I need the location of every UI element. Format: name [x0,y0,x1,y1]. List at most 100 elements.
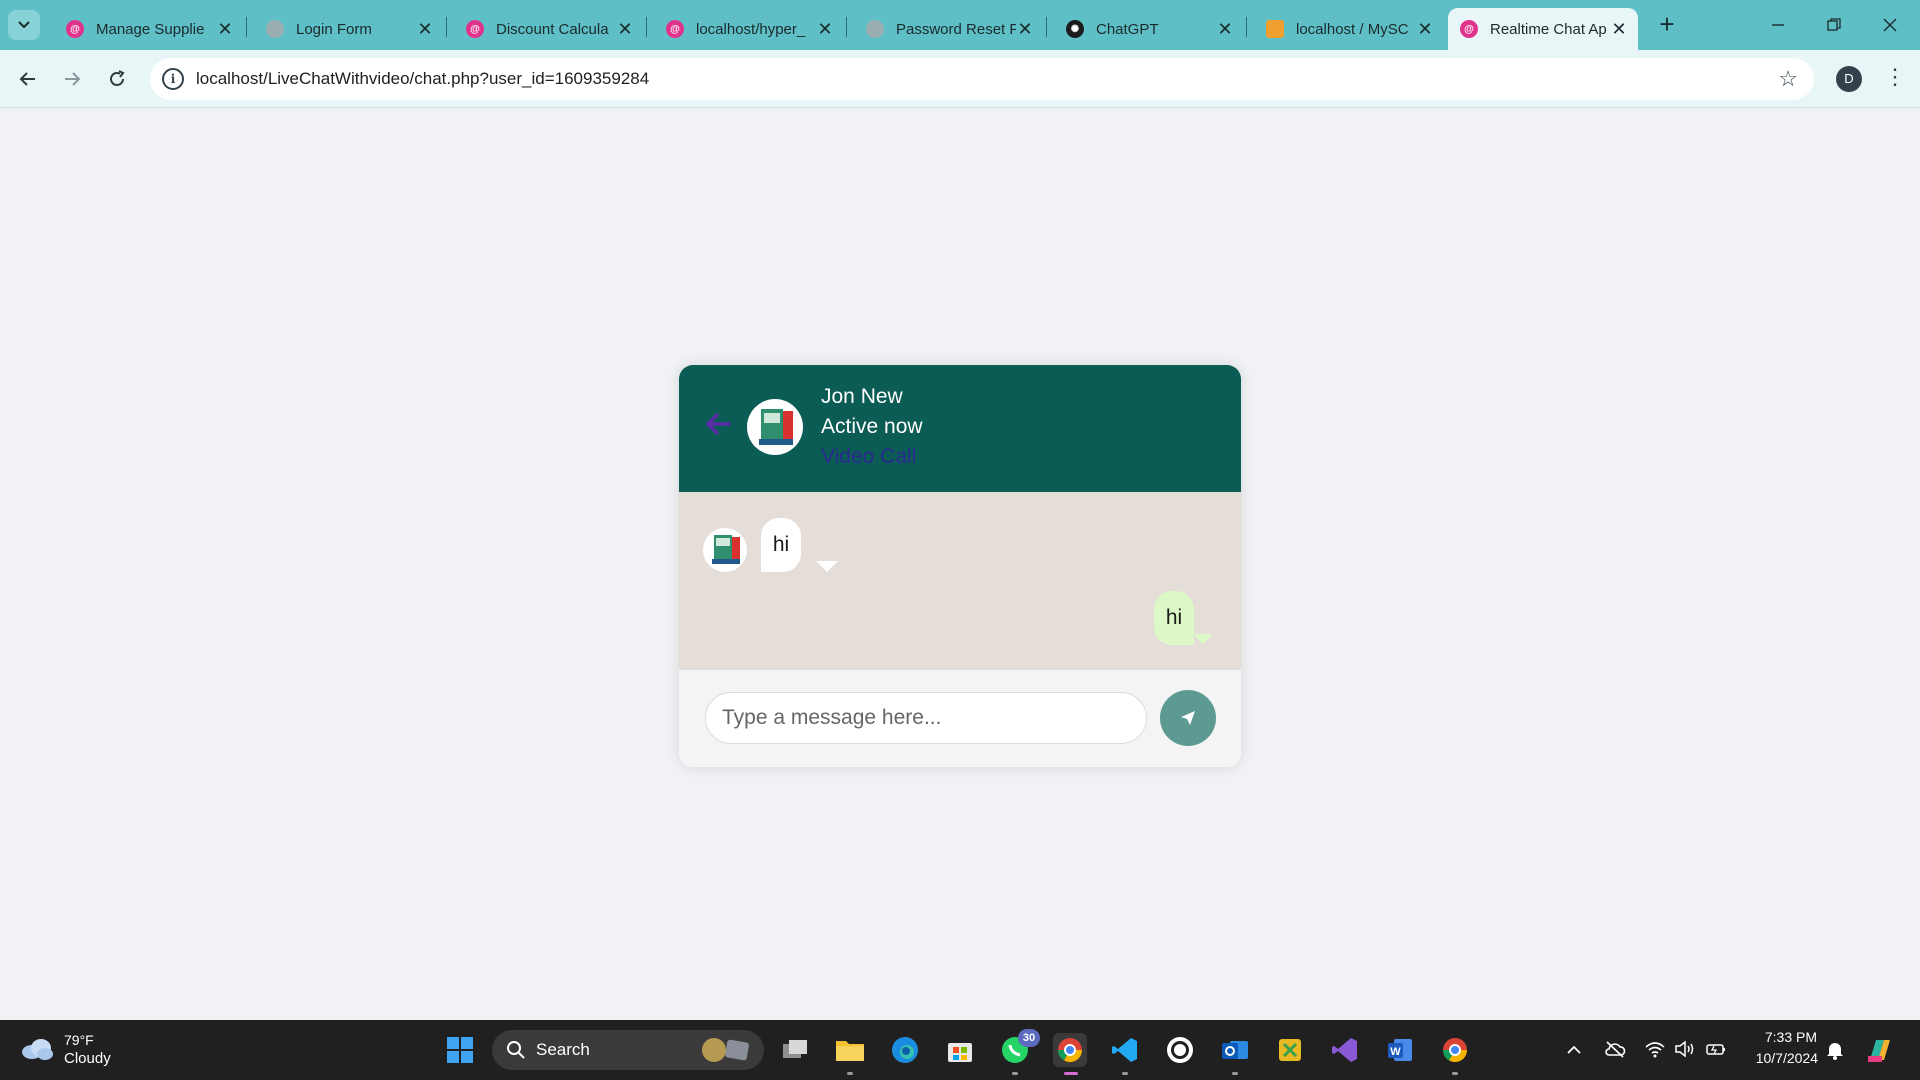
site-info-icon[interactable]: i [162,68,184,90]
outlook-icon[interactable] [1218,1033,1252,1067]
whatsapp-icon[interactable]: 30 [998,1029,1040,1067]
close-icon [1883,18,1897,32]
tab-title: localhost/hyper_ [696,20,806,38]
close-icon[interactable]: ✕ [1016,19,1034,40]
chrome-icon[interactable] [1053,1033,1087,1067]
volume-icon[interactable] [1674,1040,1696,1058]
notification-badge: 30 [1018,1029,1040,1047]
tab-chatgpt[interactable]: ✺ ChatGPT ✕ [1054,8,1244,50]
contact-status: Active now [821,415,923,438]
close-icon[interactable]: ✕ [1416,19,1434,40]
running-indicator [847,1072,853,1075]
send-icon [1181,711,1195,725]
chevron-up-icon[interactable] [1566,1042,1582,1058]
tab-title: Login Form [296,20,372,38]
edge-icon[interactable] [888,1033,922,1067]
snipping-tool-icon[interactable] [1273,1033,1307,1067]
incoming-message: hi [761,518,801,572]
tab-discount-calculator[interactable]: @ Discount Calcula ✕ [454,8,644,50]
cloud-icon [22,1039,53,1060]
whatsapp-web-icon[interactable] [1163,1033,1197,1067]
url-text[interactable]: localhost/LiveChatWithvideo/chat.php?use… [196,69,649,89]
battery-icon[interactable] [1705,1040,1727,1058]
arrow-left-icon [19,72,35,86]
typing-area [679,670,1241,767]
word-icon[interactable]: W [1383,1033,1417,1067]
copilot-icon[interactable] [1864,1034,1896,1066]
tab-title: Password Reset F [896,20,1016,38]
minimize-button[interactable] [1750,8,1806,42]
notification-bell-icon[interactable] [1826,1040,1844,1060]
video-call-link[interactable]: Video Call [821,445,916,469]
close-icon[interactable]: ✕ [216,19,234,40]
browser-tab-strip: @ Manage Supplie ✕ Login Form ✕ @ Discou… [0,0,1920,50]
tab-separator [1246,17,1247,37]
task-view-icon[interactable] [778,1033,812,1067]
close-icon[interactable]: ✕ [816,19,834,40]
chatgpt-icon: ✺ [1066,20,1084,38]
windows-taskbar: 79°F Cloudy Search 30 W 7:33 PM 10/7/202… [0,1020,1920,1080]
send-button[interactable] [1160,690,1216,746]
tab-title: Realtime Chat Ap [1490,20,1607,38]
address-bar[interactable]: i localhost/LiveChatWithvideo/chat.php?u… [150,58,1814,100]
tab-title: localhost / MySC [1296,20,1409,38]
svg-text:W: W [1390,1046,1401,1058]
running-indicator [1122,1072,1128,1075]
search-highlight-icon [702,1038,749,1062]
close-icon[interactable]: ✕ [416,19,434,40]
taskbar-search[interactable]: Search [492,1030,764,1070]
incoming-bubble-tail [816,561,838,572]
microsoft-store-icon[interactable] [943,1033,977,1067]
tab-login-form[interactable]: Login Form ✕ [254,8,444,50]
tab-title: ChatGPT [1096,20,1159,38]
restore-icon [1827,18,1841,31]
outgoing-bubble-tail [1193,634,1213,644]
back-button[interactable] [12,63,44,95]
php-elephant-icon: @ [1460,20,1478,38]
wifi-icon[interactable] [1644,1040,1666,1058]
close-window-button[interactable] [1862,8,1918,42]
tab-password-reset[interactable]: Password Reset F ✕ [854,8,1044,50]
tab-separator [246,17,247,37]
close-icon[interactable]: ✕ [1610,19,1628,40]
message-input[interactable] [705,692,1147,744]
start-button[interactable] [443,1033,477,1067]
tab-separator [646,17,647,37]
cloud-offline-icon[interactable] [1604,1040,1626,1058]
tab-search-button[interactable] [8,10,40,40]
tab-realtime-chat[interactable]: @ Realtime Chat Ap ✕ [1448,8,1638,50]
bookmark-star-icon[interactable]: ☆ [1778,66,1798,92]
tab-manage-suppliers[interactable]: @ Manage Supplie ✕ [54,8,244,50]
clock-time[interactable]: 7:33 PM [1755,1029,1817,1045]
globe-icon [866,20,884,38]
new-tab-button[interactable]: + [1652,10,1682,40]
tab-localhost-hyper[interactable]: @ localhost/hyper_ ✕ [654,8,844,50]
weather-condition: Cloudy [64,1050,111,1067]
tab-phpmyadmin[interactable]: localhost / MySC ✕ [1254,8,1444,50]
vscode-icon[interactable] [1108,1033,1142,1067]
reload-button[interactable] [101,63,133,95]
clock-date[interactable]: 10/7/2024 [1742,1050,1818,1066]
profile-avatar[interactable]: D [1836,66,1862,92]
tab-separator [846,17,847,37]
tab-separator [446,17,447,37]
forward-button[interactable] [56,63,88,95]
restore-button[interactable] [1806,8,1862,42]
back-arrow-icon[interactable] [703,409,733,439]
php-elephant-icon: @ [666,20,684,38]
menu-kebab-icon[interactable]: ⋮ [1884,64,1906,90]
browser-toolbar: i localhost/LiveChatWithvideo/chat.php?u… [0,50,1920,108]
running-indicator [1452,1072,1458,1075]
file-explorer-icon[interactable] [833,1033,867,1067]
chrome-profile-icon[interactable] [1438,1033,1472,1067]
close-icon[interactable]: ✕ [1216,19,1234,40]
close-icon[interactable]: ✕ [616,19,634,40]
arrow-right-icon [65,72,81,86]
chevron-down-icon [18,21,30,29]
windows-logo-icon [447,1037,473,1063]
weather-widget[interactable]: 79°F Cloudy [20,1030,140,1070]
visual-studio-icon[interactable] [1328,1033,1362,1067]
running-indicator [1012,1072,1018,1075]
running-indicator [1232,1072,1238,1075]
incoming-avatar [703,528,747,572]
